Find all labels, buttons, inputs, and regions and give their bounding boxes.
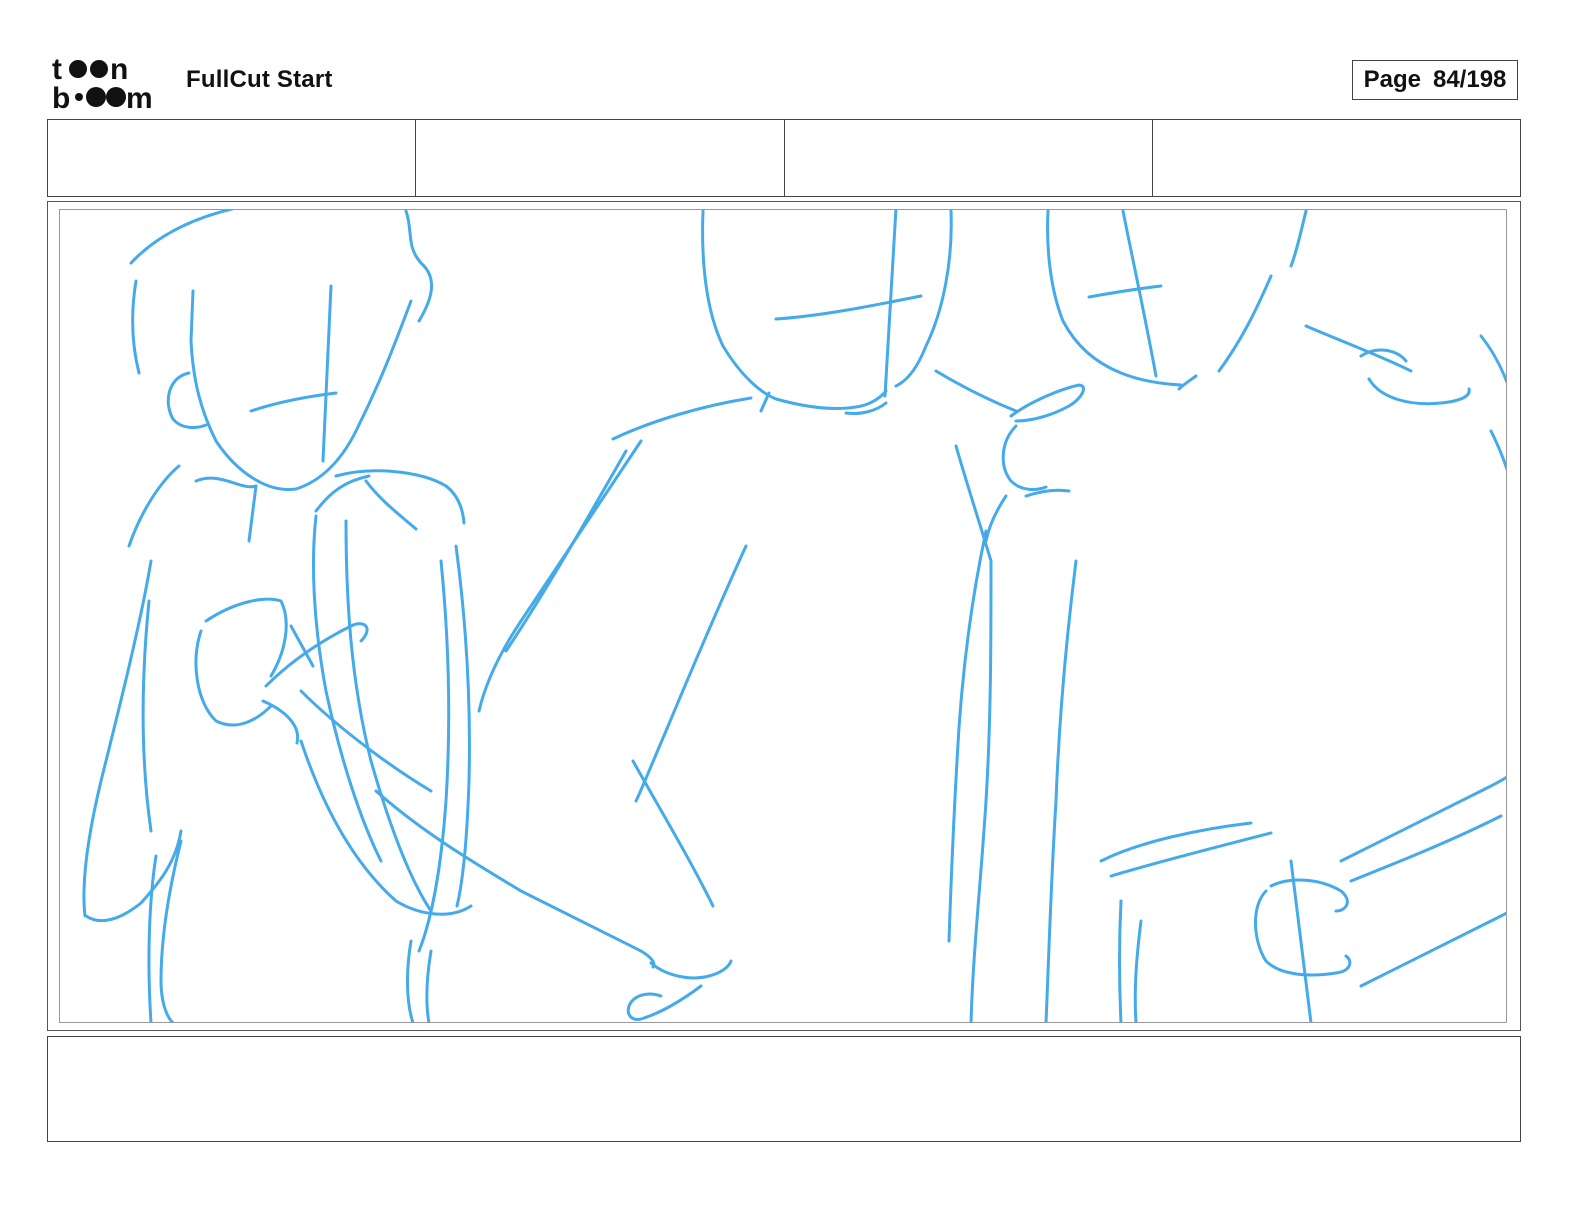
svg-text:m: m: [126, 82, 153, 110]
toonboom-logo-mark: t n b m: [52, 53, 153, 110]
header-field-3[interactable]: [785, 120, 1153, 196]
page-number: 84/198: [1432, 66, 1507, 93]
header-field-1[interactable]: [48, 120, 417, 196]
page-indicator: Page 84/198: [1352, 60, 1518, 100]
project-title: FullCut Start: [186, 66, 333, 93]
header-field-2[interactable]: [416, 120, 785, 196]
toonboom-logo: t n b m: [52, 52, 164, 110]
header-field-4[interactable]: [1153, 120, 1520, 196]
storyboard-panel[interactable]: [59, 209, 1507, 1023]
panel-notes-field[interactable]: [47, 1036, 1521, 1142]
panel-header-fields: [47, 119, 1521, 197]
svg-text:b: b: [52, 82, 70, 110]
page-label: Page: [1363, 66, 1421, 93]
sketch-drawing: [82, 210, 1506, 1022]
